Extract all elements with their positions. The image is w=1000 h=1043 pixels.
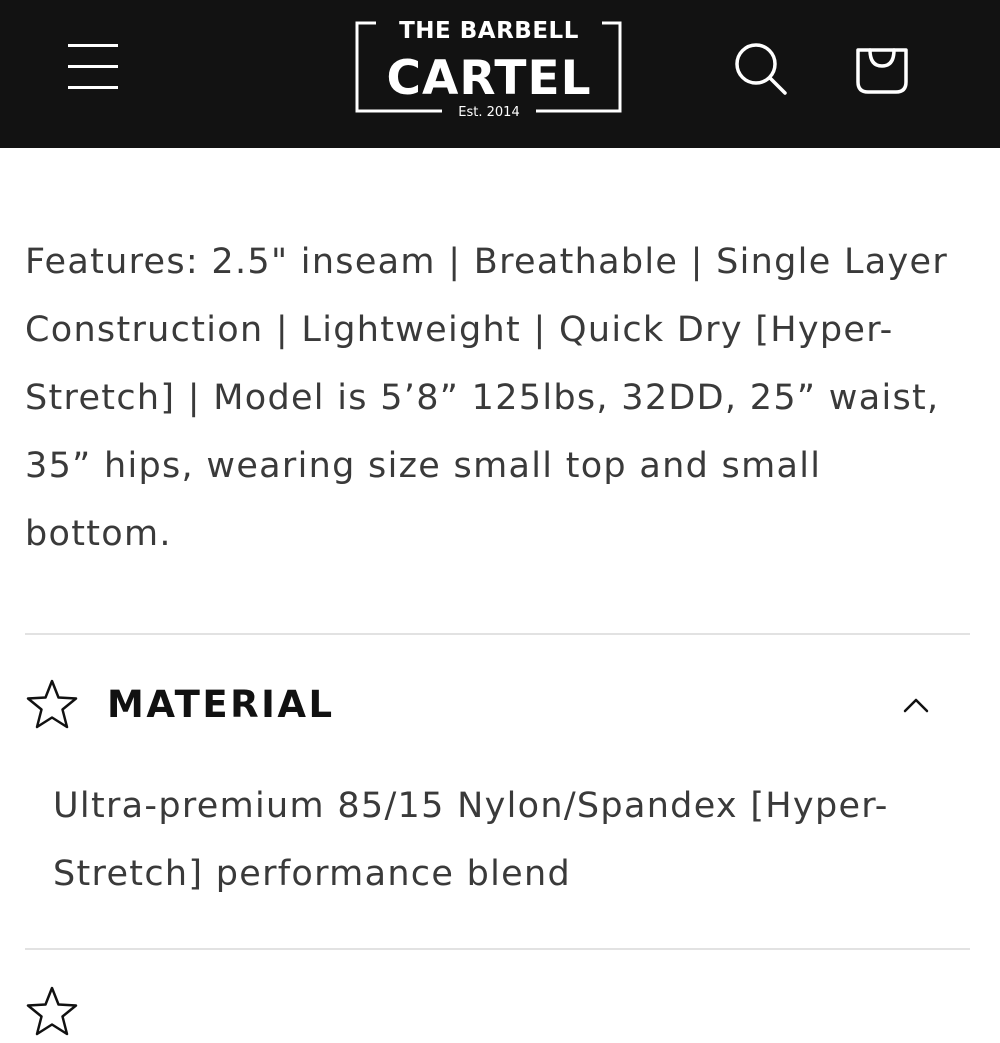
chevron-up-icon[interactable] <box>899 692 933 718</box>
site-logo[interactable]: THE BARBELL CARTEL Est. 2014 <box>354 18 624 120</box>
accordion-material-body: Ultra-premium 85/15 Nylon/Spandex [Hyper… <box>53 786 889 894</box>
accordion-material-header[interactable]: MATERIAL <box>25 672 970 738</box>
star-icon <box>25 678 79 732</box>
site-header: THE BARBELL CARTEL Est. 2014 <box>0 0 1000 148</box>
logo-established: Est. 2014 <box>458 105 519 116</box>
accordion-material-title: MATERIAL <box>107 683 335 726</box>
cart-icon[interactable] <box>850 36 914 100</box>
logo-line1: THE BARBELL <box>399 18 579 44</box>
section-divider <box>25 633 970 635</box>
section-divider <box>25 948 970 950</box>
search-icon[interactable] <box>730 38 790 98</box>
logo-line2: CARTEL <box>386 51 591 106</box>
product-features-text: Features: 2.5" inseam | Breathable | Sin… <box>25 242 949 554</box>
hamburger-menu-icon[interactable] <box>58 36 126 96</box>
next-accordion-icon <box>25 985 79 1039</box>
